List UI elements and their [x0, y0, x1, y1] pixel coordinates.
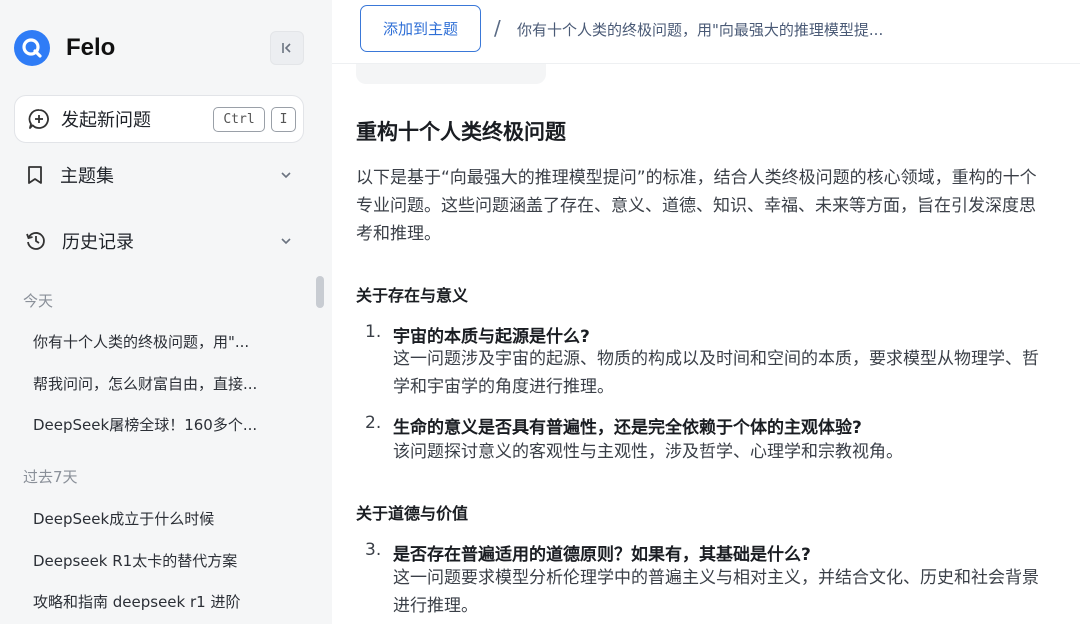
- main-panel: 添加到主题 / 你有十个人类的终极问题，用"向最强大的推理模型提... 重构十个…: [332, 0, 1080, 624]
- sidebar-item-label: 历史记录: [62, 232, 134, 253]
- question-number: 2.: [365, 413, 382, 433]
- sidebar-item-label: 主题集: [60, 166, 114, 187]
- collapse-sidebar-button[interactable]: [270, 31, 304, 65]
- question-title: 是否存在普遍适用的道德原则？如果有，其基础是什么?: [393, 545, 811, 565]
- question-description: 该问题探讨意义的客观性与主观性，涉及哲学、心理学和宗教视角。: [393, 442, 903, 462]
- question-title: 宇宙的本质与起源是什么?: [393, 327, 590, 347]
- history-item[interactable]: 攻略和指南 deepseek r1 进阶: [33, 591, 283, 612]
- chevron-down-icon: [281, 238, 291, 245]
- question-description: 这一问题涉及宇宙的起源、物质的构成以及时间和空间的本质，要求模型从物理学、哲学和…: [393, 349, 1039, 397]
- section-heading: 关于存在与意义: [356, 286, 469, 305]
- question-number: 1.: [365, 322, 382, 342]
- app-name: Felo: [66, 34, 116, 61]
- breadcrumb-separator: /: [494, 16, 501, 40]
- question-title: 生命的意义是否具有普遍性，还是完全依赖于个体的主观体验?: [393, 418, 862, 438]
- shortcut-ctrl: Ctrl: [213, 107, 265, 132]
- sidebar-item-topics[interactable]: 主题集: [24, 160, 294, 190]
- new-chat-icon: [28, 109, 49, 129]
- answer-heading: 重构十个人类终极问题: [356, 120, 566, 144]
- shortcut-key: I: [271, 107, 296, 132]
- history-item[interactable]: 帮我问问，怎么财富自由，直接...: [33, 373, 283, 394]
- chevron-down-icon: [281, 172, 291, 179]
- history-icon: [26, 232, 45, 250]
- add-to-topic-button[interactable]: 添加到主题: [360, 5, 481, 52]
- thread-title: 你有十个人类的终极问题，用"向最强大的推理模型提...: [517, 21, 884, 39]
- history-item[interactable]: DeepSeek屠榜全球！160多个...: [33, 414, 283, 435]
- top-bar: 添加到主题 / 你有十个人类的终极问题，用"向最强大的推理模型提...: [332, 0, 1080, 64]
- sidebar-scrollbar[interactable]: [316, 276, 324, 308]
- collapse-left-icon: [282, 43, 291, 53]
- section-today: 今天: [23, 292, 54, 310]
- section-heading: 关于道德与价值: [356, 504, 469, 523]
- sidebar-item-history[interactable]: 历史记录: [24, 226, 294, 256]
- new-question-button[interactable]: 发起新问题 Ctrl I: [14, 95, 304, 143]
- history-item[interactable]: 你有十个人类的终极问题，用"...: [33, 331, 283, 352]
- history-item[interactable]: Deepseek R1太卡的替代方案: [33, 550, 283, 571]
- bookmark-icon: [28, 166, 42, 184]
- question-number: 3.: [365, 540, 382, 560]
- previous-block: [356, 64, 546, 84]
- sidebar: Felo 发起新问题 Ctrl I 主题集 历史记录 今天 你有十个人类的终极问…: [0, 0, 332, 624]
- new-question-label: 发起新问题: [61, 110, 151, 131]
- logo[interactable]: Felo: [14, 30, 115, 66]
- history-item[interactable]: DeepSeek成立于什么时候: [33, 508, 283, 529]
- section-past-7-days: 过去7天: [23, 468, 78, 486]
- felo-logo-icon: [14, 30, 50, 66]
- question-description: 这一问题要求模型分析伦理学中的普遍主义与相对主义，并结合文化、历史和社会背景进行…: [393, 568, 1039, 616]
- intro-paragraph: 以下是基于“向最强大的推理模型提问”的标准，结合人类终极问题的核心领域，重构的十…: [356, 168, 1037, 244]
